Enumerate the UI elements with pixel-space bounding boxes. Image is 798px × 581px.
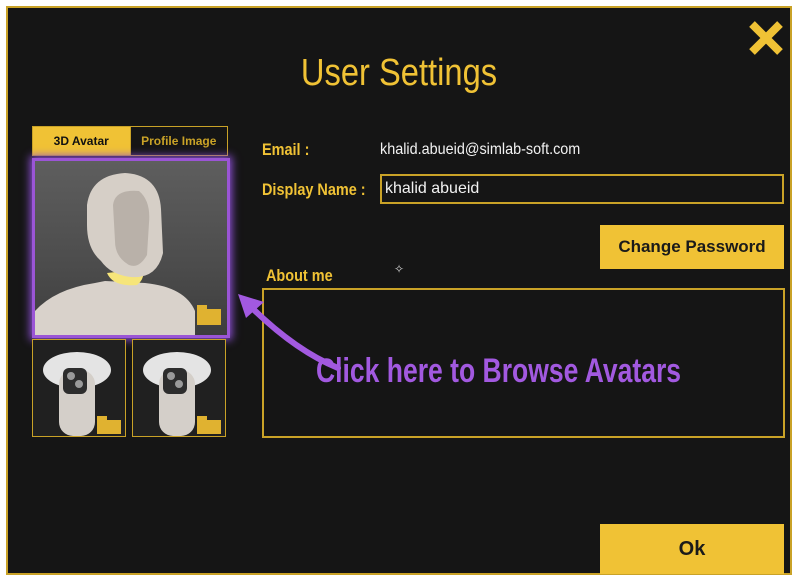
- about-me-label: About me: [266, 266, 333, 285]
- close-icon[interactable]: [744, 16, 788, 60]
- display-name-label: Display Name :: [262, 180, 366, 199]
- selected-avatar-preview[interactable]: [32, 158, 230, 338]
- sparkle-icon: ✧: [394, 262, 405, 276]
- ok-button[interactable]: Ok: [600, 524, 784, 574]
- avatar-thumbnail-1[interactable]: [32, 339, 126, 437]
- browse-avatars-hint: Click here to Browse Avatars: [316, 352, 682, 390]
- email-label: Email :: [262, 140, 310, 159]
- tab-3d-avatar[interactable]: 3D Avatar: [33, 127, 130, 155]
- user-settings-dialog: User Settings 3D Avatar Profile Image Em…: [6, 6, 792, 575]
- email-value: khalid.abueid@simlab-soft.com: [380, 141, 581, 158]
- avatar-figure: [35, 173, 221, 335]
- avatar-thumbnail-image: [143, 352, 221, 436]
- dialog-title: User Settings: [300, 52, 498, 94]
- avatar-thumbnail-image: [43, 352, 121, 436]
- avatar-thumbnail-2[interactable]: [132, 339, 226, 437]
- display-name-input[interactable]: [380, 174, 784, 204]
- tab-profile-image[interactable]: Profile Image: [129, 127, 227, 155]
- change-password-button[interactable]: Change Password: [600, 225, 784, 269]
- avatar-tabs: 3D Avatar Profile Image: [32, 126, 228, 156]
